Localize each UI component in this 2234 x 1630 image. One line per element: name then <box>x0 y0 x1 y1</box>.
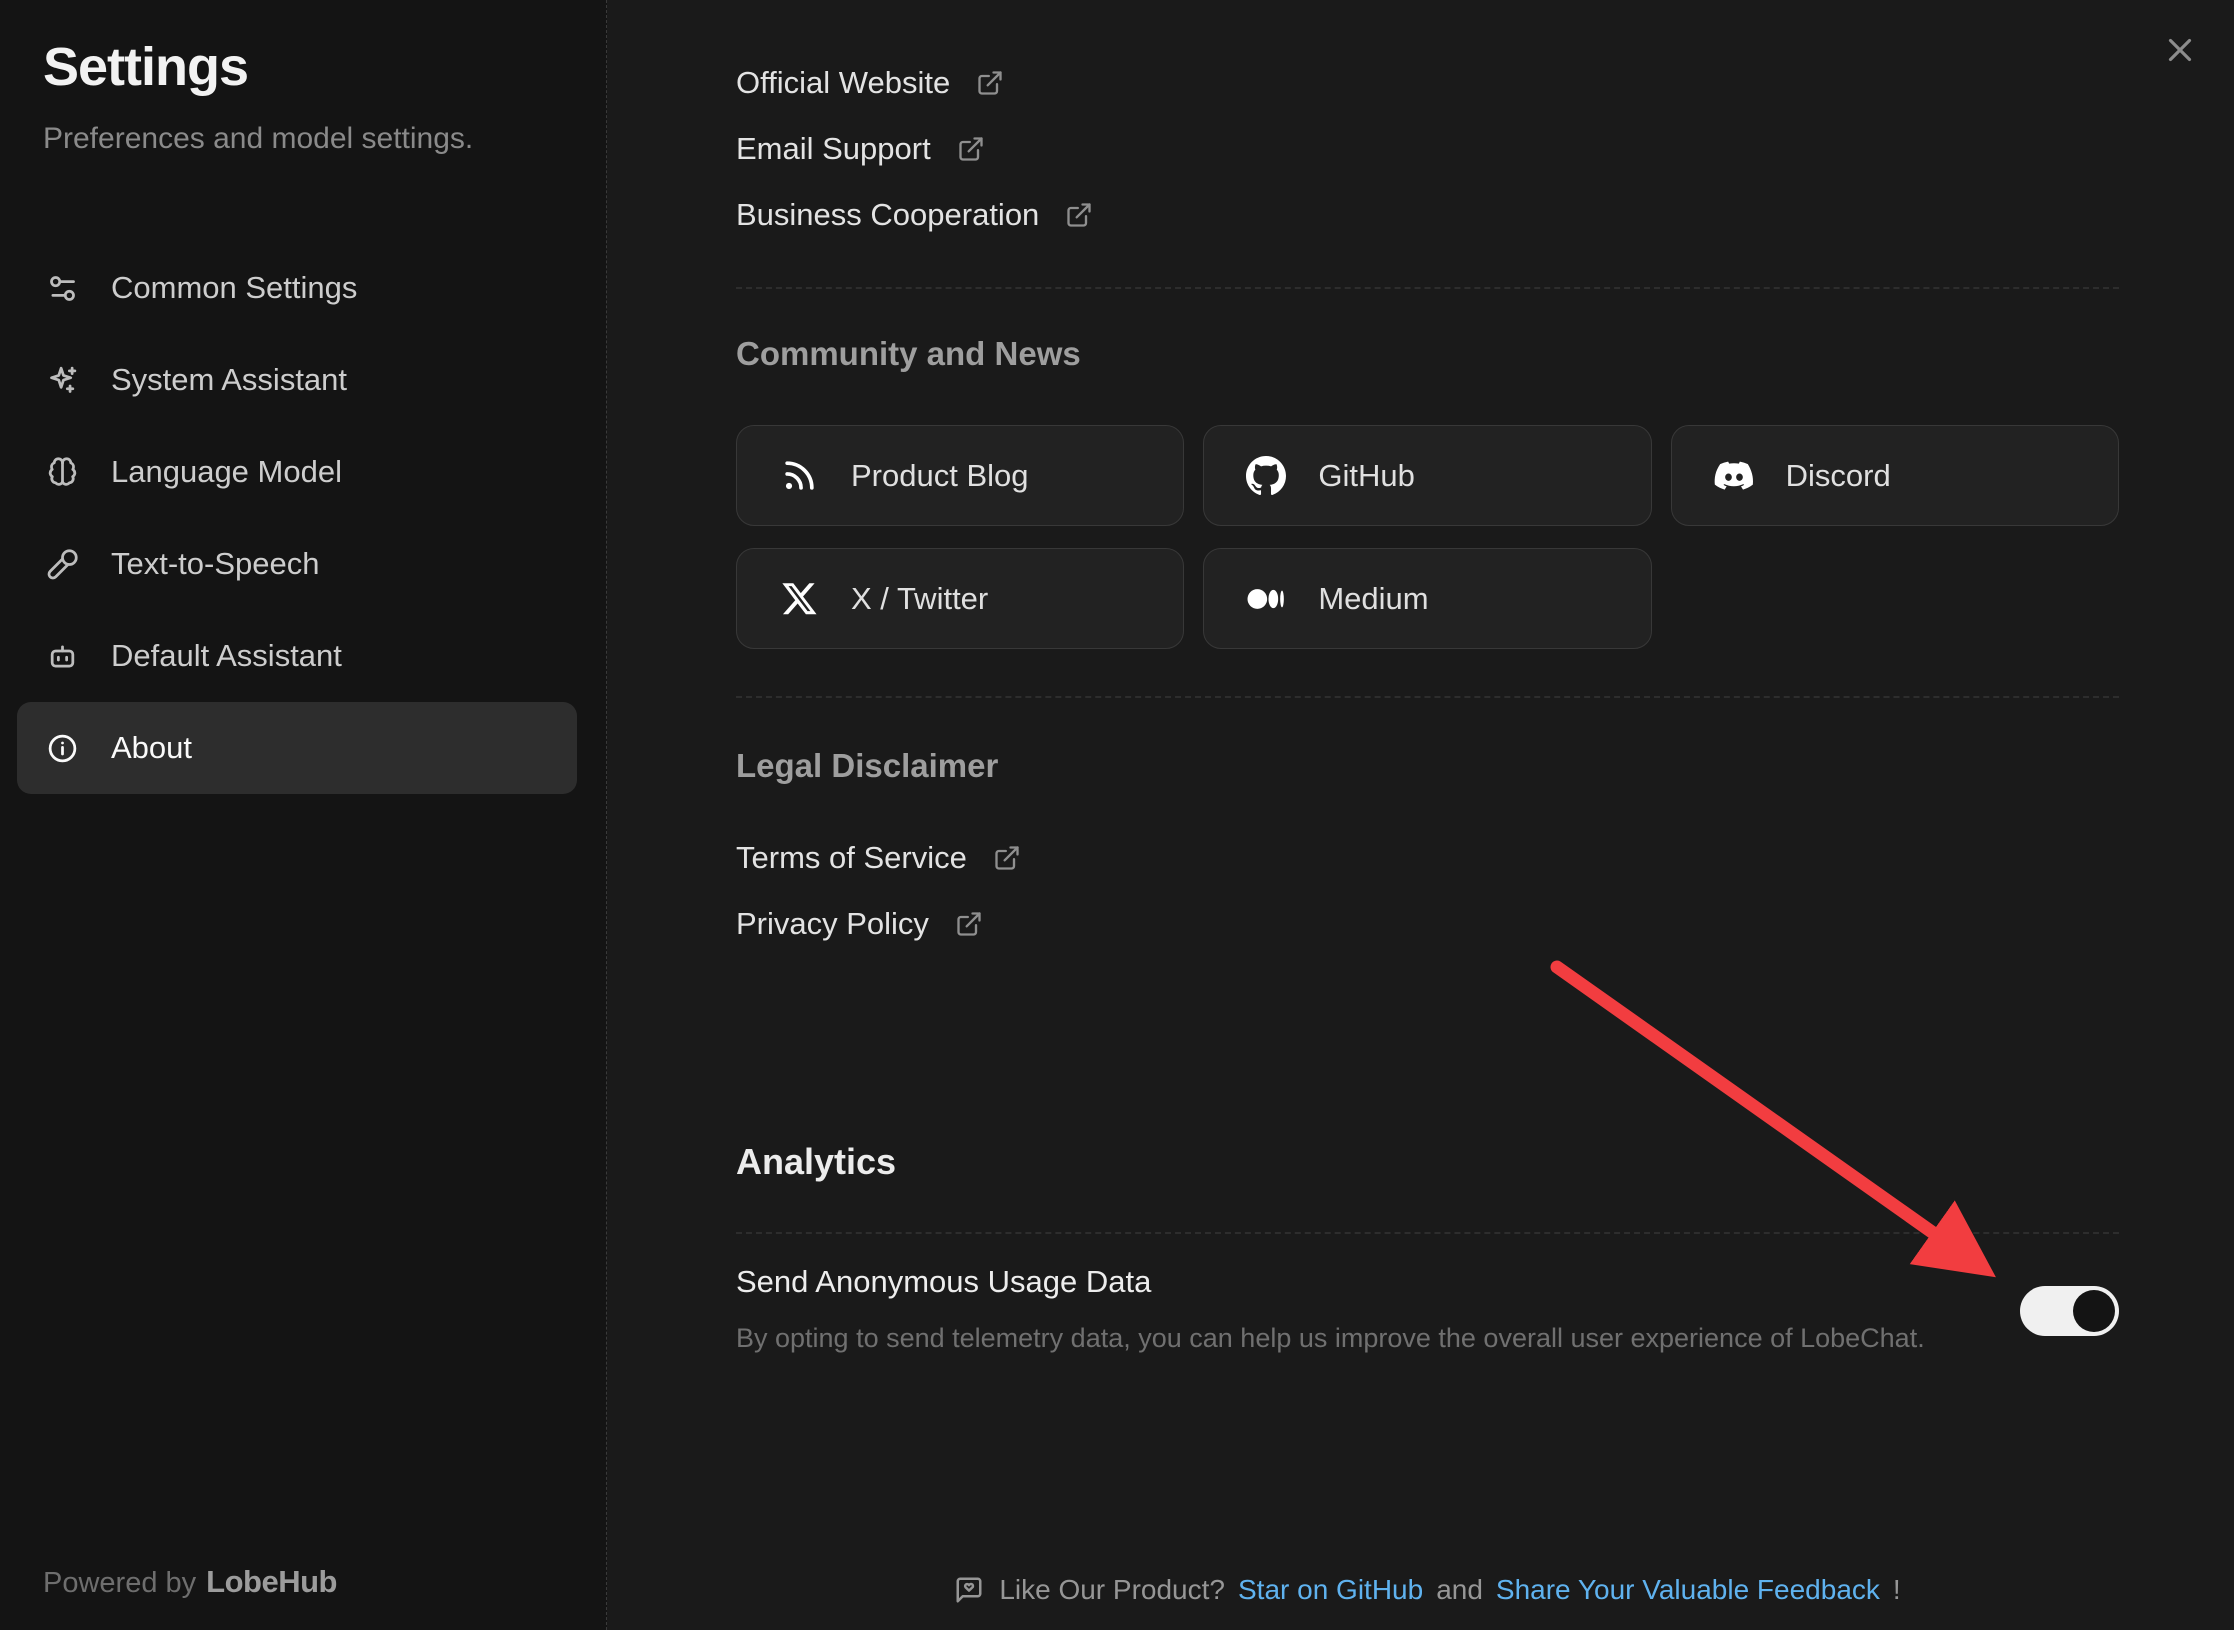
privacy-policy-link[interactable]: Privacy Policy <box>736 901 983 947</box>
sidebar-item-about[interactable]: About <box>17 702 577 794</box>
page-subtitle: Preferences and model settings. <box>43 122 473 156</box>
page-title: Settings <box>43 36 248 98</box>
discord-icon <box>1714 456 1754 496</box>
sidebar-item-label: Text-to-Speech <box>111 546 320 582</box>
footer-text: Like Our Product? <box>999 1574 1225 1606</box>
external-link-icon <box>957 135 985 163</box>
external-link-icon <box>976 69 1004 97</box>
settings-sidebar: Settings Preferences and model settings.… <box>0 0 607 1630</box>
sidebar-item-label: Common Settings <box>111 270 357 306</box>
rss-icon <box>779 456 819 496</box>
sidebar-item-default-assistant[interactable]: Default Assistant <box>17 610 577 702</box>
close-icon <box>2161 31 2199 69</box>
external-link-icon <box>1065 201 1093 229</box>
sidebar-item-text-to-speech[interactable]: Text-to-Speech <box>17 518 577 610</box>
settings-nav: Common Settings System Assistant Languag… <box>17 242 577 794</box>
section-divider <box>736 1232 2119 1234</box>
community-buttons: Product Blog GitHub Discord X / Twitter … <box>736 425 2119 649</box>
section-divider <box>736 696 2119 698</box>
contact-section-title-clipped: Contact Us <box>736 0 2119 8</box>
external-link-icon <box>993 844 1021 872</box>
sidebar-item-common-settings[interactable]: Common Settings <box>17 242 577 334</box>
medium-icon <box>1246 579 1286 619</box>
footer-text: ! <box>1893 1574 1901 1606</box>
footer-text: and <box>1436 1574 1483 1606</box>
sparkles-icon <box>45 363 79 397</box>
grid-spacer <box>1671 548 2119 649</box>
x-twitter-button[interactable]: X / Twitter <box>736 548 1184 649</box>
medium-button[interactable]: Medium <box>1203 548 1651 649</box>
x-twitter-icon <box>779 579 819 619</box>
sidebar-item-label: Default Assistant <box>111 638 342 674</box>
share-feedback-link[interactable]: Share Your Valuable Feedback <box>1496 1574 1880 1606</box>
sidebar-item-language-model[interactable]: Language Model <box>17 426 577 518</box>
setting-description: By opting to send telemetry data, you ca… <box>736 1320 1925 1357</box>
analytics-section-title: Analytics <box>736 1137 2119 1187</box>
about-panel: Contact Us Official Website Email Suppor… <box>608 0 2234 1630</box>
terms-of-service-link[interactable]: Terms of Service <box>736 835 1021 881</box>
section-divider <box>736 287 2119 289</box>
sliders-icon <box>45 271 79 305</box>
powered-by-text: Powered by <box>43 1567 196 1599</box>
product-blog-button[interactable]: Product Blog <box>736 425 1184 526</box>
contact-title: Contact Us <box>736 0 2119 6</box>
sidebar-item-label: About <box>111 730 192 766</box>
send-usage-data-toggle[interactable] <box>2020 1286 2119 1336</box>
external-link-icon <box>955 910 983 938</box>
info-icon <box>45 731 79 765</box>
github-button[interactable]: GitHub <box>1203 425 1651 526</box>
product-footer: Like Our Product? Star on GitHub and Sha… <box>736 1574 2119 1606</box>
legal-section-title: Legal Disclaimer <box>736 743 2119 789</box>
analytics-setting-row: Send Anonymous Usage Data By opting to s… <box>736 1260 2119 1357</box>
setting-text: Send Anonymous Usage Data By opting to s… <box>736 1260 1925 1357</box>
business-cooperation-link[interactable]: Business Cooperation <box>736 192 1093 238</box>
lobehub-logo[interactable]: LobeHub <box>206 1564 337 1599</box>
sidebar-item-system-assistant[interactable]: System Assistant <box>17 334 577 426</box>
github-icon <box>1246 456 1286 496</box>
brain-icon <box>45 455 79 489</box>
discord-button[interactable]: Discord <box>1671 425 2119 526</box>
powered-by: Powered by LobeHub <box>43 1564 337 1600</box>
community-section-title: Community and News <box>736 331 2119 377</box>
sidebar-item-label: Language Model <box>111 454 342 490</box>
close-button[interactable] <box>2156 26 2204 74</box>
mic-icon <box>45 547 79 581</box>
message-heart-icon <box>954 1575 984 1605</box>
email-support-link[interactable]: Email Support <box>736 126 985 172</box>
setting-label: Send Anonymous Usage Data <box>736 1260 1925 1304</box>
official-website-link[interactable]: Official Website <box>736 60 1004 106</box>
bot-icon <box>45 639 79 673</box>
star-on-github-link[interactable]: Star on GitHub <box>1238 1574 1423 1606</box>
toggle-knob <box>2073 1290 2115 1332</box>
sidebar-item-label: System Assistant <box>111 362 347 398</box>
